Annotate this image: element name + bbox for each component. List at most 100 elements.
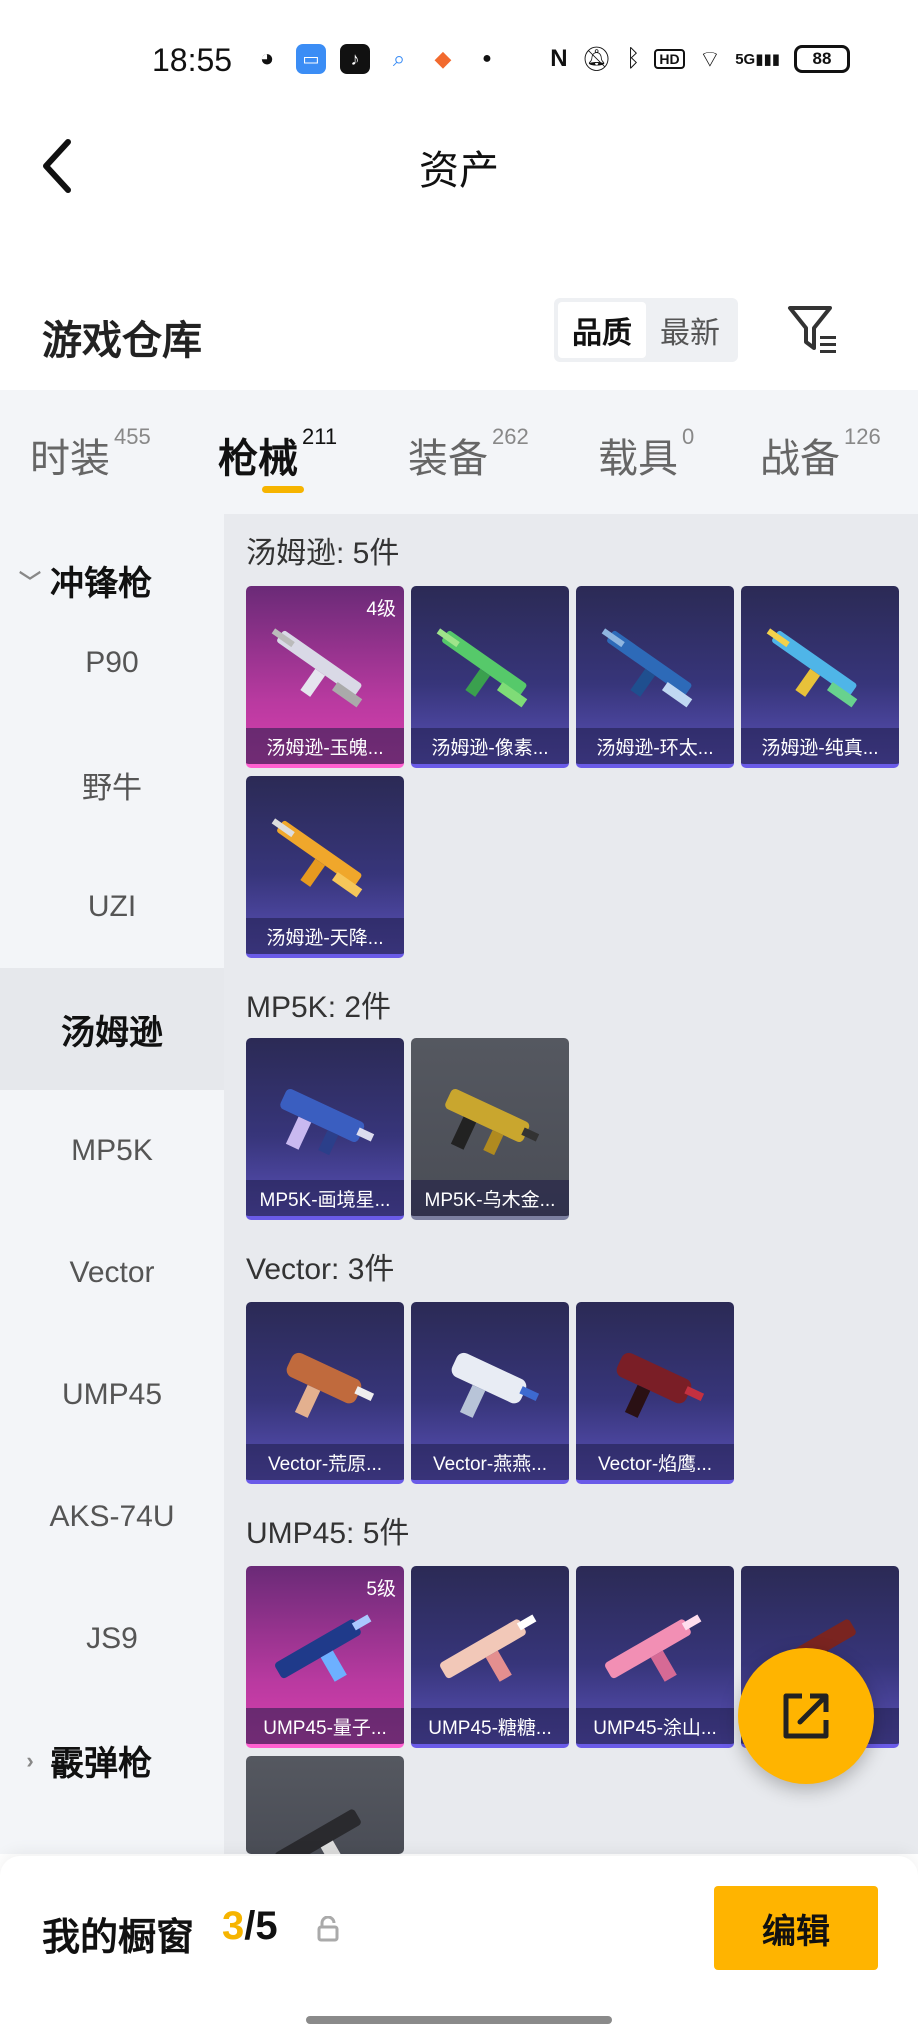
- card-name: 汤姆逊-纯真...: [741, 728, 899, 764]
- sort-quality-button[interactable]: 品质: [558, 302, 646, 358]
- weapon-card[interactable]: Vector-荒原...: [246, 1302, 404, 1484]
- wechat-icon: ◕: [252, 44, 282, 74]
- card-name: Vector-焰鹰...: [576, 1444, 734, 1480]
- showcase-bar: 我的橱窗 3/5 编辑: [0, 1856, 918, 2040]
- status-time: 18:55: [152, 42, 233, 78]
- gun-image: [271, 628, 363, 708]
- group-title-ump45: UMP45: 5件: [246, 1517, 410, 1550]
- tab-supplies[interactable]: 战备126: [760, 424, 881, 484]
- filter-button[interactable]: [784, 302, 840, 358]
- system-icons: N 🔕︎ ᛒ HD ⌔ 5G▮▮▮ 88: [550, 44, 850, 74]
- sidebar-category-label: 霰弹枪: [50, 1745, 152, 1783]
- showcase-label: 我的橱窗: [42, 1917, 195, 1959]
- card-name: UMP45-涂山...: [576, 1708, 734, 1744]
- filter-icon: [788, 306, 836, 353]
- weapon-card[interactable]: 汤姆逊-纯真...: [741, 586, 899, 768]
- game-icon: ◆: [428, 44, 458, 74]
- gun-image: [286, 1352, 375, 1418]
- card-name: 汤姆逊-环太...: [576, 728, 734, 764]
- gun-image: [601, 628, 693, 708]
- edit-button[interactable]: 编辑: [714, 1886, 878, 1970]
- gun-image: [275, 1614, 372, 1682]
- sidebar-item-mp5k[interactable]: MP5K: [0, 1090, 224, 1212]
- sidebar-category-label: 冲锋枪: [50, 565, 152, 603]
- sidebar-category-smg[interactable]: ﹀ 冲锋枪: [18, 556, 152, 605]
- card-name: Vector-荒原...: [246, 1444, 404, 1480]
- weapon-card[interactable]: 5级 UMP45-量子...: [246, 1566, 404, 1748]
- gun-image: [445, 1088, 540, 1156]
- card-name: UMP45-量子...: [246, 1708, 404, 1744]
- weapon-card[interactable]: 汤姆逊-天降...: [246, 776, 404, 958]
- weapon-card[interactable]: UMP45-涂山...: [576, 1566, 734, 1748]
- bluetooth-icon: ᛒ: [626, 45, 641, 72]
- card-name: MP5K-乌木金...: [411, 1180, 569, 1216]
- sidebar-item-thompson[interactable]: 汤姆逊: [0, 968, 224, 1090]
- tab-equipment[interactable]: 装备262: [408, 424, 529, 484]
- tab-firearms[interactable]: 枪械211: [218, 424, 337, 484]
- weapon-card[interactable]: 4级 汤姆逊-玉魄...: [246, 586, 404, 768]
- share-fab-button[interactable]: [738, 1648, 874, 1784]
- app-icon: ▭: [296, 44, 326, 74]
- gun-image: [451, 1352, 540, 1418]
- gun-image: [275, 1809, 361, 1854]
- gun-image: [271, 818, 363, 898]
- sort-toggle: 品质 最新: [554, 298, 738, 362]
- tab-fashion[interactable]: 时装455: [30, 424, 151, 484]
- sidebar-category-shotgun[interactable]: › 霰弹枪: [18, 1736, 152, 1785]
- home-indicator[interactable]: [306, 2016, 612, 2024]
- weapon-card[interactable]: MP5K-画境星...: [246, 1038, 404, 1220]
- gun-image: [440, 1614, 537, 1682]
- nfc-icon: N: [550, 45, 568, 72]
- weapon-card[interactable]: [246, 1756, 404, 1854]
- sidebar-item-js9[interactable]: JS9: [0, 1578, 224, 1700]
- dot-icon: ●: [472, 44, 502, 74]
- tiktok-icon: ♪: [340, 44, 370, 74]
- card-name: UMP45-糖糖...: [411, 1708, 569, 1744]
- weapon-card[interactable]: Vector-燕燕...: [411, 1302, 569, 1484]
- sidebar-item-uzi[interactable]: UZI: [0, 846, 224, 968]
- card-name: Vector-燕燕...: [411, 1444, 569, 1480]
- weapon-card[interactable]: 汤姆逊-像素...: [411, 586, 569, 768]
- chevron-right-icon: ›: [26, 1747, 34, 1773]
- category-tabs: 时装455 枪械211 装备262 载具0 战备126: [0, 390, 918, 514]
- sort-newest-button[interactable]: 最新: [646, 302, 734, 358]
- page-title: 资产: [419, 149, 499, 193]
- sidebar-item-aks74u[interactable]: AKS-74U: [0, 1456, 224, 1578]
- group-title-vector: Vector: 3件: [246, 1253, 395, 1286]
- gun-image: [766, 628, 858, 708]
- gun-image: [605, 1614, 702, 1682]
- share-icon: [783, 1693, 829, 1739]
- card-name: 汤姆逊-玉魄...: [246, 728, 404, 764]
- sidebar-item-p90[interactable]: P90: [0, 602, 224, 724]
- status-bar: 18:55 ◕ ▭ ♪ ⌕ ◆ ● N 🔕︎ ᛒ HD ⌔ 5G▮▮▮ 88: [0, 0, 918, 120]
- battery-icon: 88: [794, 45, 850, 73]
- gun-image: [436, 628, 528, 708]
- notification-icons: ◕ ▭ ♪ ⌕ ◆ ●: [252, 44, 502, 74]
- tab-vehicles[interactable]: 载具0: [598, 424, 694, 484]
- showcase-count: 3/5: [222, 1904, 278, 1948]
- weapon-card[interactable]: MP5K-乌木金...: [411, 1038, 569, 1220]
- weapon-card[interactable]: 汤姆逊-环太...: [576, 586, 734, 768]
- group-title-thompson: 汤姆逊: 5件: [246, 537, 400, 570]
- sidebar-item-ump45[interactable]: UMP45: [0, 1334, 224, 1456]
- chevron-down-icon: ﹀: [18, 569, 41, 595]
- card-name: MP5K-画境星...: [246, 1180, 404, 1216]
- search-app-icon: ⌕: [384, 44, 414, 74]
- wifi-icon: ⌔: [698, 46, 722, 73]
- active-tab-indicator: [262, 486, 304, 493]
- sidebar-item-bizon[interactable]: 野牛: [0, 724, 224, 846]
- sidebar-item-vector[interactable]: Vector: [0, 1212, 224, 1334]
- section-title: 游戏仓库: [42, 319, 202, 363]
- lock-icon: [317, 1916, 339, 1942]
- gun-image: [280, 1088, 375, 1156]
- hd-icon: HD: [654, 49, 685, 69]
- warehouse-header: 游戏仓库 品质 最新: [0, 290, 918, 370]
- group-title-mp5k: MP5K: 2件: [246, 991, 392, 1024]
- gun-image: [616, 1352, 705, 1418]
- signal-icon: 5G▮▮▮: [735, 51, 780, 68]
- card-name: 汤姆逊-像素...: [411, 728, 569, 764]
- weapon-card[interactable]: Vector-焰鹰...: [576, 1302, 734, 1484]
- weapon-sidebar: ﹀ 冲锋枪 P90 野牛 UZI 汤姆逊 MP5K Vector UMP45 A…: [0, 514, 224, 1854]
- weapon-card[interactable]: UMP45-糖糖...: [411, 1566, 569, 1748]
- app-header: 资产: [0, 120, 918, 210]
